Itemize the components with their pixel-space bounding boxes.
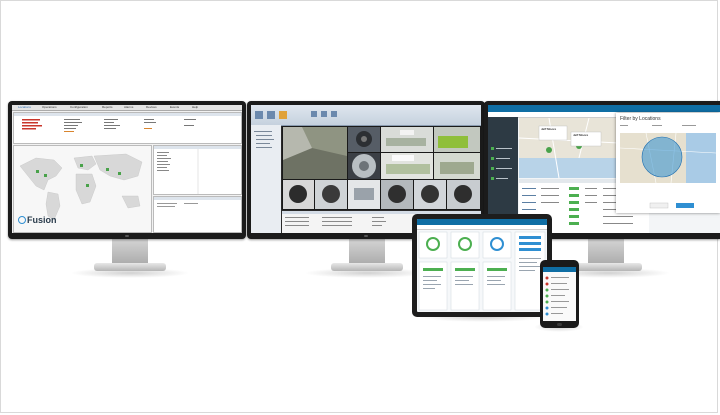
phone	[540, 260, 579, 328]
map-marker	[44, 174, 47, 177]
video-tile-parking	[283, 127, 347, 179]
phone-screen	[543, 267, 576, 321]
video-grid	[282, 126, 481, 210]
tab-alarms: Alarms	[124, 105, 134, 109]
video-tile-bottom-6	[447, 180, 480, 209]
filter-apply-button[interactable]	[676, 203, 694, 208]
phone-app	[543, 267, 576, 316]
map-popup-1-label: Jeff Moore	[541, 127, 557, 131]
map-marker	[80, 164, 83, 167]
fusion-logo-circle	[18, 216, 26, 224]
filter-dialog: Filter by Locations	[616, 113, 720, 213]
video-tile-bottom-4	[381, 180, 413, 209]
map-popup-2-label: Jeff Moore	[573, 133, 589, 137]
video-tile-office-1	[381, 127, 433, 152]
alarm-table-panel	[13, 112, 242, 144]
event-log-rows	[154, 197, 241, 207]
video-tile-dome-1	[348, 127, 380, 152]
monitor-left-stand-neck	[112, 236, 148, 266]
video-tile-bottom-3	[348, 180, 380, 209]
video-tile-bottom-5	[414, 180, 446, 209]
city-map-left	[519, 118, 619, 178]
filter-dialog-body	[619, 125, 717, 209]
fusion-logo: Fusion	[18, 215, 57, 225]
phone-home-button	[557, 323, 562, 326]
map-marker	[86, 184, 89, 187]
monitor-right-stand-neck	[588, 236, 624, 266]
app-header	[488, 105, 720, 112]
monitor-left-logo	[125, 235, 129, 237]
map-marker	[106, 168, 109, 171]
alarm-table-rows	[14, 113, 241, 132]
video-tile-fisheye	[348, 153, 380, 179]
video-tile-bottom-2	[315, 180, 347, 209]
map-marker	[118, 172, 121, 175]
monitor-center-logo	[364, 235, 368, 237]
tablet-screen	[417, 219, 547, 312]
device-list-panel	[153, 145, 242, 195]
ribbon-icons	[255, 111, 337, 119]
map-marker	[36, 170, 39, 173]
video-tile-office-3	[381, 153, 433, 179]
tab-events: Events	[170, 105, 180, 109]
monitor-right-stand-base	[570, 263, 642, 271]
tab-help: Help	[192, 105, 199, 109]
video-tile-office-4	[434, 153, 480, 179]
tab-configuration: Configuration	[70, 105, 88, 109]
event-log-panel	[153, 196, 242, 233]
device-list-rows	[154, 146, 241, 194]
tablet	[412, 214, 552, 317]
tab-locations: Locations	[18, 105, 31, 109]
radius-circle	[641, 136, 683, 178]
tab-operations: Operations	[42, 105, 57, 109]
map-pin	[546, 147, 552, 153]
tab-devices: Devices	[146, 105, 157, 109]
video-tile-bottom-1	[283, 180, 314, 209]
fusion-logo-text: Fusion	[27, 215, 57, 225]
monitor-center-stand-base	[331, 263, 403, 271]
filter-dialog-title: Filter by Locations	[620, 116, 661, 122]
filter-cancel-button[interactable]	[649, 202, 669, 209]
tab-reports: Reports	[102, 105, 113, 109]
camera-tree-panel	[251, 125, 281, 233]
video-tile-office-2	[434, 127, 480, 152]
monitor-left: Locations Operations Configuration Repor…	[8, 101, 246, 239]
tablet-dashboard	[418, 231, 546, 311]
monitor-center-stand-neck	[349, 236, 385, 266]
camera-tree-rows	[254, 131, 274, 148]
monitor-left-screen: Locations Operations Configuration Repor…	[12, 105, 242, 233]
monitor-left-stand-base	[94, 263, 166, 271]
